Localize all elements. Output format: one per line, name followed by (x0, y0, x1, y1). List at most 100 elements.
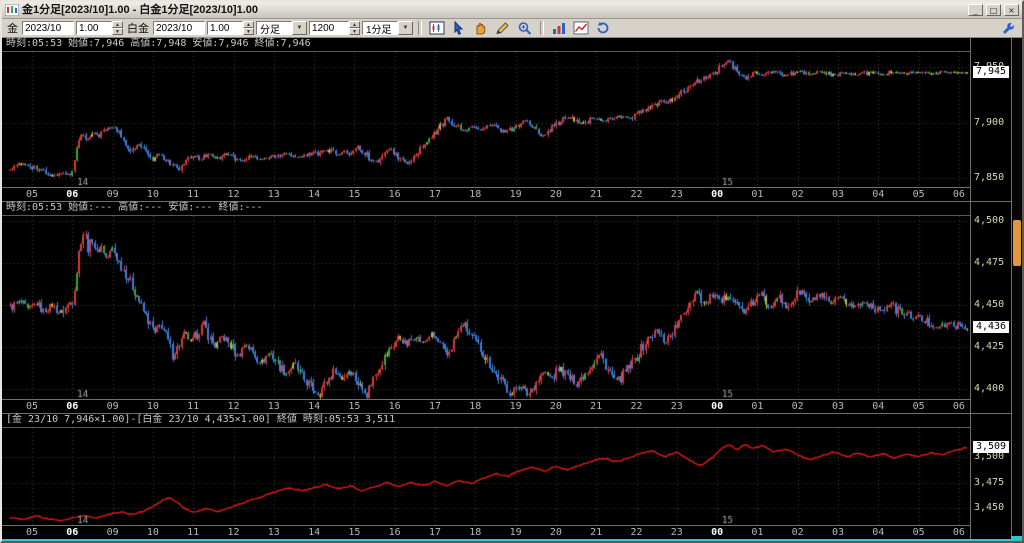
gold-multiplier-stepper: ▲ ▼ (76, 21, 123, 35)
platinum-multiplier-up-button[interactable]: ▲ (243, 21, 254, 28)
line-chart-button[interactable] (571, 20, 591, 36)
platinum-multiplier-input[interactable] (207, 21, 243, 35)
time-axis-label: 17 (428, 526, 442, 538)
time-axis-label: 13 (267, 400, 280, 412)
chart-type-select[interactable]: 分足 ▼ (256, 21, 307, 36)
time-axis-label: 16 (388, 188, 401, 200)
time-axis-label: 05 (912, 400, 925, 412)
timeframe-select[interactable]: 1分足 ▼ (362, 21, 413, 36)
time-axis-label: 00 (711, 188, 724, 200)
time-axis-label: 19 (509, 526, 522, 538)
platinum-candlestick-chart[interactable] (2, 215, 970, 399)
time-axis-label: 18 (469, 400, 482, 412)
refresh-button[interactable] (593, 20, 613, 36)
toolbar-separator (540, 21, 544, 35)
zoom-button[interactable] (515, 20, 535, 36)
time-axis-label: 01 (751, 400, 764, 412)
price-axis-label: 3,450 (974, 502, 1005, 514)
bar-count-input[interactable] (309, 21, 349, 35)
time-axis-label: 10 (146, 188, 159, 200)
time-axis-label: 09 (106, 400, 119, 412)
gold-last-price-badge: 7,945 (973, 66, 1009, 79)
bar-count-down-button[interactable]: ▼ (349, 28, 360, 35)
time-axis-label: 16 (388, 400, 401, 412)
time-axis-label: 23 (670, 188, 683, 200)
time-axis-label: 06 (66, 400, 79, 412)
chevron-down-icon[interactable]: ▼ (398, 21, 413, 35)
candle-chart-button[interactable] (427, 20, 447, 36)
cursor-icon (454, 21, 464, 35)
time-axis-label: 23 (670, 400, 683, 412)
gold-contract-input[interactable] (22, 21, 74, 35)
line-chart-icon (573, 21, 589, 35)
time-axis-label: 09 (106, 526, 119, 538)
time-axis-label: 06 (952, 188, 965, 200)
time-axis-label: 22 (630, 526, 643, 538)
cursor-button[interactable] (449, 20, 469, 36)
time-axis-label: 23 (670, 526, 683, 538)
price-axis-label: 4,450 (974, 298, 1005, 310)
bar-chart-button[interactable] (549, 20, 569, 36)
time-axis-label: 05 (912, 526, 925, 538)
time-axis-label: 01 (751, 526, 764, 538)
time-axis-label: 05 (25, 188, 39, 200)
spread-line-chart[interactable] (2, 427, 970, 525)
platinum-last-price-badge: 4,436 (973, 321, 1009, 334)
time-axis-label: 21 (590, 400, 603, 412)
chevron-down-icon[interactable]: ▼ (292, 21, 307, 35)
gold-multiplier-down-button[interactable]: ▼ (112, 28, 123, 35)
maximize-button[interactable]: □ (986, 4, 1001, 16)
vertical-scrollbar[interactable] (1011, 38, 1022, 536)
time-axis-label: 12 (227, 188, 240, 200)
platinum-multiplier-stepper: ▲ ▼ (207, 21, 254, 35)
time-axis-label: 15 (348, 526, 361, 538)
app-window: 金1分足[2023/10]1.00 - 白金1分足[2023/10]1.00 _… (0, 0, 1024, 543)
time-axis-label: 21 (590, 526, 603, 538)
time-axis-label: 04 (872, 400, 885, 412)
time-axis-label: 02 (791, 526, 804, 538)
gold-candlestick-chart[interactable] (2, 51, 970, 187)
time-axis-label: 18 (469, 526, 482, 538)
zoom-icon (518, 22, 532, 35)
settings-wrench-button[interactable] (999, 20, 1019, 36)
gold-multiplier-input[interactable] (76, 21, 112, 35)
time-axis-label: 11 (187, 188, 200, 200)
close-button[interactable]: × (1004, 4, 1019, 16)
time-axis-label: 10 (146, 400, 159, 412)
time-axis-label: 11 (187, 526, 200, 538)
time-axis-label: 05 (912, 188, 925, 200)
toolbar: 金 ▲ ▼ 白金 ▲ ▼ 分足 ▼ ▲ ▼ (2, 19, 1022, 38)
price-axis-label: 7,900 (974, 116, 1005, 128)
time-axis-label: 17 (428, 188, 442, 200)
titlebar: 金1分足[2023/10]1.00 - 白金1分足[2023/10]1.00 _… (2, 2, 1022, 19)
price-axis-label: 4,425 (974, 340, 1005, 352)
time-axis-label: 14 (308, 188, 321, 200)
time-axis-label: 11 (187, 400, 200, 412)
time-axis-label: 12 (227, 526, 240, 538)
hand-button[interactable] (471, 20, 491, 36)
time-axis-label: 18 (469, 188, 482, 200)
platinum-multiplier-down-button[interactable]: ▼ (243, 28, 254, 35)
time-axis-label: 21 (590, 188, 603, 200)
time-axis-label: 20 (549, 400, 562, 412)
price-axis-label: 4,400 (974, 382, 1005, 394)
minimize-button[interactable]: _ (968, 4, 983, 16)
bar-count-up-button[interactable]: ▲ (349, 21, 360, 28)
time-axis-label: 02 (791, 188, 804, 200)
time-axis-label: 01 (751, 188, 764, 200)
time-axis-label: 03 (831, 400, 845, 412)
time-axis-label: 02 (791, 400, 804, 412)
time-axis-label: 17 (428, 400, 442, 412)
price-axis-label: 4,475 (974, 257, 1005, 268)
platinum-contract-input[interactable] (153, 21, 205, 35)
time-axis-label: 22 (630, 400, 643, 412)
pencil-button[interactable] (493, 20, 513, 36)
scrollbar-thumb[interactable] (1013, 220, 1022, 266)
spread-chart-panel: [金 23/10 7,946×1.00]-[白金 23/10 4,435×1.0… (2, 414, 1012, 540)
time-axis-label: 03 (831, 188, 845, 200)
chart-panels: 時刻:05:53 始値:7,946 高値:7,948 安値:7,946 終値:7… (2, 38, 1012, 540)
gold-multiplier-up-button[interactable]: ▲ (112, 21, 123, 28)
time-axis-label: 20 (549, 188, 562, 200)
bar-count-stepper: ▲ ▼ (309, 21, 360, 35)
time-axis-label: 05 (25, 526, 39, 538)
